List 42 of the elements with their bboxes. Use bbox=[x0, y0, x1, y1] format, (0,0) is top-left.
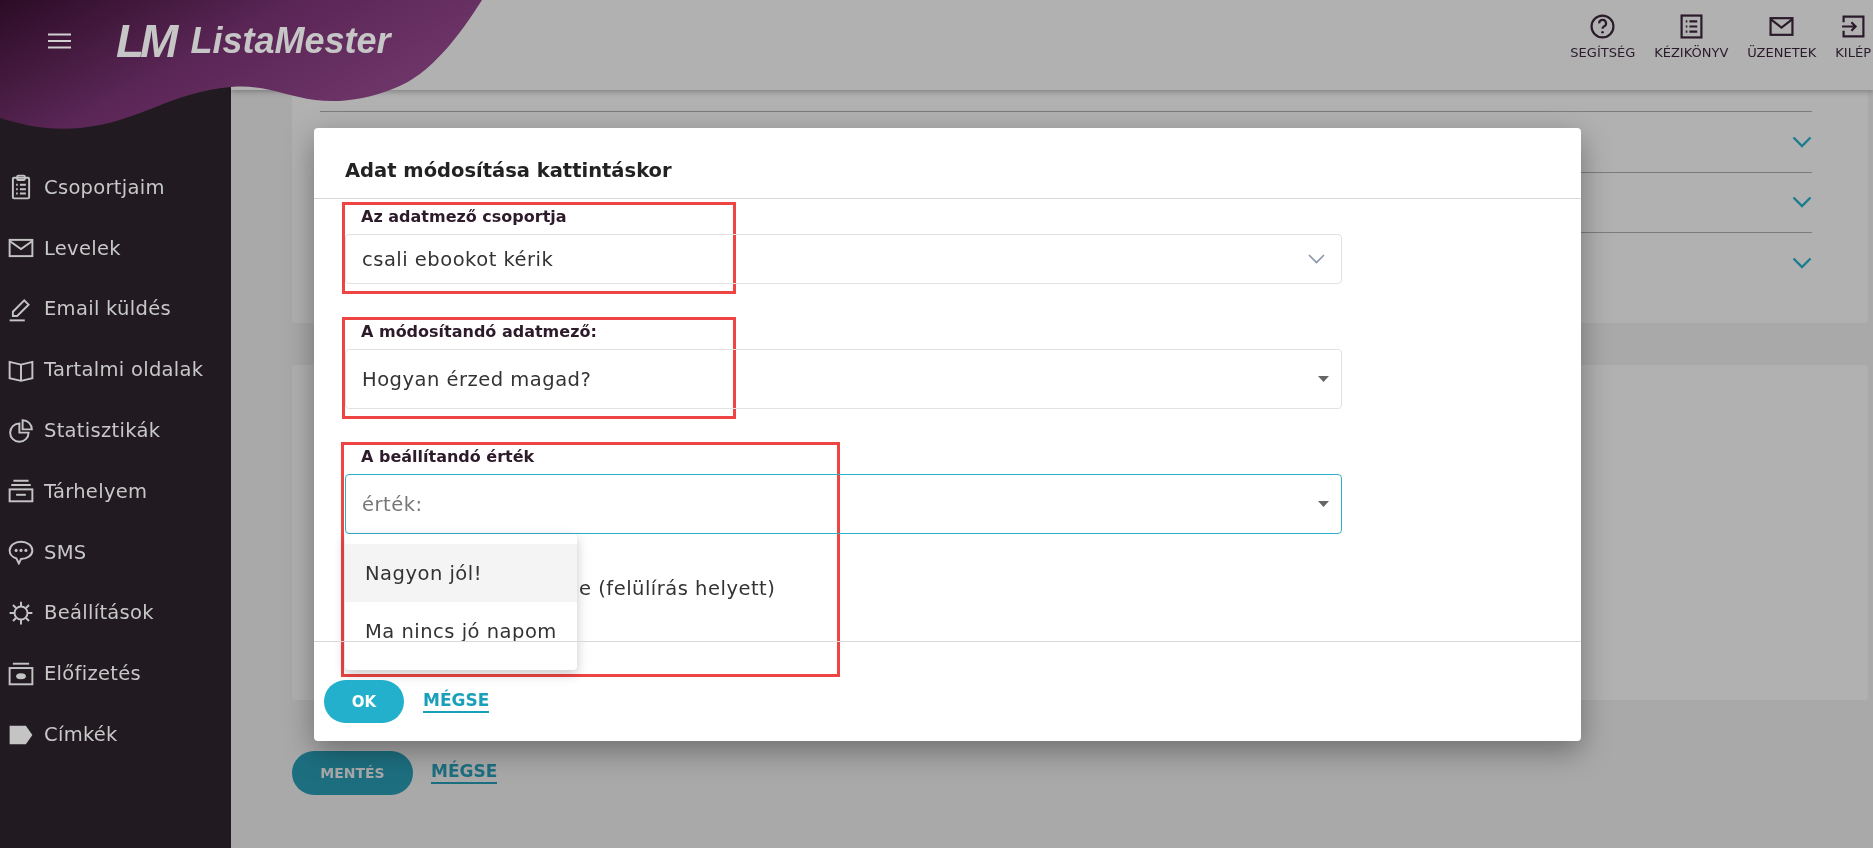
nav-item[interactable]: Tartalmi oldalak bbox=[0, 339, 231, 401]
nav-item[interactable]: Statisztikák bbox=[0, 400, 231, 461]
settings-icon bbox=[8, 599, 34, 626]
logout-button[interactable]: KILÉP bbox=[1835, 14, 1871, 60]
chevron-down-icon[interactable] bbox=[1792, 135, 1812, 148]
chevron-down-icon[interactable] bbox=[1792, 256, 1812, 269]
select-field[interactable]: érték: bbox=[345, 474, 1342, 534]
nav-item[interactable]: Levelek bbox=[0, 217, 231, 279]
field-label: A beállítandó érték bbox=[361, 447, 535, 467]
select-field[interactable]: csali ebookot kérik bbox=[345, 234, 1342, 284]
nav-item[interactable]: Előfizetés bbox=[0, 643, 231, 705]
nav-item[interactable]: Csoportjaim bbox=[0, 157, 231, 218]
brand-name: ListaMester bbox=[190, 19, 391, 63]
messages-button[interactable]: ÜZENETEK bbox=[1747, 14, 1817, 60]
chevron-down-icon[interactable] bbox=[1792, 196, 1812, 209]
dialog-title: Adat módosítása kattintáskor bbox=[345, 158, 673, 184]
nav-item[interactable]: Email küldés bbox=[0, 278, 231, 340]
list-icon bbox=[1678, 14, 1704, 39]
help-icon bbox=[1590, 14, 1616, 39]
caret-down-icon bbox=[1318, 501, 1329, 507]
help-button[interactable]: SEGÍTSÉG bbox=[1570, 14, 1636, 60]
nav-item[interactable]: Címkék bbox=[0, 704, 231, 765]
chevron-down-icon bbox=[1308, 254, 1325, 264]
tray-icon bbox=[8, 478, 34, 505]
envelope-icon bbox=[1769, 14, 1795, 39]
chat-bubble-icon bbox=[8, 539, 34, 566]
nav-item[interactable]: Beállítások bbox=[0, 582, 231, 644]
field-label: A módosítandó adatmező: bbox=[361, 322, 597, 342]
banknote-icon bbox=[8, 660, 34, 687]
manual-button[interactable]: KÉZIKÖNYV bbox=[1654, 14, 1729, 60]
logo-mark: LM bbox=[116, 18, 175, 64]
option-text: e (felülírás helyett) bbox=[579, 577, 776, 600]
pie-chart-icon bbox=[8, 417, 34, 444]
menu-option[interactable]: Nagyon jól! bbox=[345, 544, 577, 602]
caret-down-icon bbox=[1318, 376, 1329, 382]
nav-item[interactable]: SMS bbox=[0, 521, 231, 583]
field-label: Az adatmező csoportja bbox=[361, 207, 567, 227]
menu-option[interactable]: Ma nincs jó napom bbox=[345, 602, 577, 660]
sign-out-icon bbox=[1840, 14, 1866, 39]
menu-icon[interactable] bbox=[48, 33, 71, 49]
nav-item[interactable]: Tárhelyem bbox=[0, 461, 231, 522]
select-field[interactable]: Hogyan érzed magad? bbox=[345, 349, 1342, 409]
